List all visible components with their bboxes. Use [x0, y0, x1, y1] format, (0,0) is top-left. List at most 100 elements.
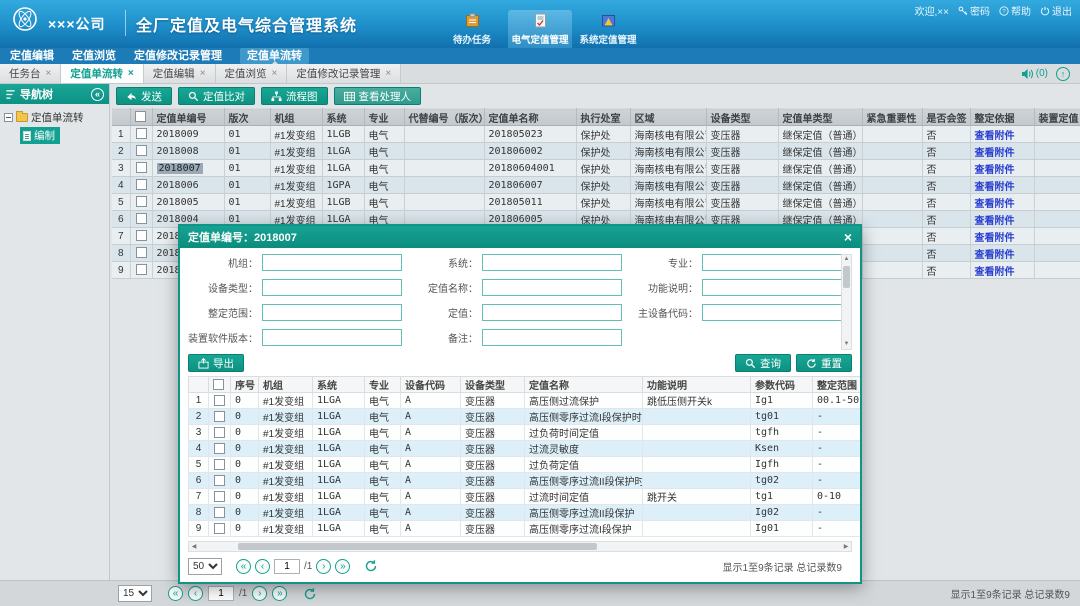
table-row[interactable]: 4201800601#1发变组1GPA电气201806007保护处海南核电有限公…	[112, 177, 1080, 194]
scrollbar-thumb[interactable]	[238, 543, 598, 550]
column-header[interactable]: 执行处室	[576, 109, 630, 126]
attachment-link[interactable]: 查看附件	[975, 199, 1015, 210]
dialog-horizontal-scrollbar[interactable]: ◀ ▶	[188, 541, 852, 552]
scroll-up-icon[interactable]: ▲	[844, 255, 850, 264]
row-checkbox[interactable]	[136, 128, 147, 139]
tab-close-icon[interactable]: ×	[128, 69, 134, 79]
column-header[interactable]: 专业	[365, 377, 401, 393]
scroll-down-icon[interactable]: ▼	[844, 340, 850, 349]
row-checkbox[interactable]	[214, 523, 225, 534]
row-checkbox[interactable]	[136, 162, 147, 173]
page-size-select[interactable]: 50	[188, 558, 222, 575]
password-link[interactable]: 密码	[958, 3, 990, 18]
column-header[interactable]: 功能说明	[643, 377, 751, 393]
column-header[interactable]: 系统	[322, 109, 364, 126]
sidebar-collapse-icon[interactable]: «	[91, 88, 104, 101]
table-row[interactable]: 40#1发变组1LGA电气A变压器过流灵敏度Ksen-	[189, 441, 861, 457]
export-button[interactable]: 导出	[188, 354, 244, 372]
tab-close-icon[interactable]: ×	[200, 69, 206, 79]
header-top-tab[interactable]: 系统定值管理	[576, 10, 640, 48]
scroll-right-icon[interactable]: ▶	[841, 543, 851, 550]
reset-button[interactable]: 重置	[796, 354, 852, 372]
field-input[interactable]	[482, 304, 622, 321]
query-button[interactable]: 查询	[735, 354, 791, 372]
table-row[interactable]: 50#1发变组1LGA电气A变压器过负荷定值Igfh-	[189, 457, 861, 473]
field-input[interactable]	[262, 304, 402, 321]
page-tab[interactable]: 定值编辑×	[144, 64, 216, 83]
attachment-link[interactable]: 查看附件	[975, 182, 1015, 193]
table-row[interactable]: 2201800801#1发变组1LGA电气201806002保护处海南核电有限公…	[112, 143, 1080, 160]
send-button[interactable]: 发送	[116, 87, 172, 105]
table-row[interactable]: 10#1发变组1LGA电气A变压器高压侧过流保护跳低压侧开关kIg100.1-5…	[189, 393, 861, 409]
compare-button[interactable]: 定值比对	[178, 87, 255, 105]
tree-node-root[interactable]: 定值单流转	[4, 109, 105, 125]
refresh-icon[interactable]	[364, 559, 378, 573]
table-row[interactable]: 90#1发变组1LGA电气A变压器高压侧零序过流I段保护Ig01-	[189, 521, 861, 537]
menu-item[interactable]: 定值单流转	[240, 48, 309, 64]
table-row[interactable]: 20#1发变组1LGA电气A变压器高压侧零序过流I段保护时间tg01-	[189, 409, 861, 425]
attachment-link[interactable]: 查看附件	[975, 233, 1015, 244]
row-checkbox[interactable]	[136, 264, 147, 275]
page-tab[interactable]: 定值单流转×	[61, 64, 143, 83]
tree-node-child[interactable]: 编制	[20, 127, 60, 144]
last-page-button[interactable]: »	[272, 586, 287, 601]
row-checkbox[interactable]	[214, 427, 225, 438]
column-header[interactable]: 序号	[231, 377, 259, 393]
prev-page-button[interactable]: ‹	[188, 586, 203, 601]
column-header[interactable]: 系统	[313, 377, 365, 393]
column-header[interactable]: 代替编号（版次）	[404, 109, 484, 126]
row-checkbox[interactable]	[214, 459, 225, 470]
table-row[interactable]: 1201800901#1发变组1LGB电气201805023保护处海南核电有限公…	[112, 126, 1080, 143]
menu-item[interactable]: 定值修改记录管理	[134, 48, 222, 64]
table-row[interactable]: 80#1发变组1LGA电气A变压器高压侧零序过流II段保护Ig02-	[189, 505, 861, 521]
column-header[interactable]: 专业	[364, 109, 404, 126]
select-all-checkbox[interactable]	[135, 111, 146, 122]
attachment-link[interactable]: 查看附件	[975, 165, 1015, 176]
attachment-link[interactable]: 查看附件	[975, 267, 1015, 278]
form-vertical-scrollbar[interactable]: ▲ ▼	[841, 254, 852, 350]
attachment-link[interactable]: 查看附件	[975, 250, 1015, 261]
row-checkbox[interactable]	[214, 491, 225, 502]
logout-link[interactable]: 退出	[1040, 3, 1072, 18]
last-page-button[interactable]: »	[335, 559, 350, 574]
row-checkbox[interactable]	[136, 179, 147, 190]
tab-close-icon[interactable]: ×	[272, 69, 278, 79]
scroll-left-icon[interactable]: ◀	[189, 543, 199, 550]
refresh-icon[interactable]	[303, 587, 317, 601]
column-header[interactable]: 设备代码	[401, 377, 461, 393]
column-header[interactable]: 整定范围	[813, 377, 861, 393]
scroll-top-icon[interactable]: ↑	[1056, 67, 1070, 81]
field-input[interactable]	[482, 254, 622, 271]
field-input[interactable]	[262, 279, 402, 296]
page-tab[interactable]: 定值修改记录管理×	[287, 64, 401, 83]
field-input[interactable]	[702, 279, 842, 296]
dialog-close-icon[interactable]: ×	[844, 230, 852, 244]
row-checkbox[interactable]	[136, 145, 147, 156]
page-tab[interactable]: 任务台×	[0, 64, 61, 83]
row-checkbox[interactable]	[214, 411, 225, 422]
header-top-tab[interactable]: 电气定值管理	[508, 10, 572, 48]
field-input[interactable]	[482, 279, 622, 296]
row-checkbox[interactable]	[136, 213, 147, 224]
field-input[interactable]	[702, 254, 842, 271]
table-row[interactable]: 30#1发变组1LGA电气A变压器过负荷时间定值tgfh-	[189, 425, 861, 441]
prev-page-button[interactable]: ‹	[255, 559, 270, 574]
table-row[interactable]: 60#1发变组1LGA电气A变压器高压侧零序过流II段保护时间tg02-	[189, 473, 861, 489]
column-header[interactable]: 区域	[630, 109, 706, 126]
page-tab[interactable]: 定值浏览×	[216, 64, 288, 83]
field-input[interactable]	[262, 254, 402, 271]
next-page-button[interactable]: ›	[252, 586, 267, 601]
row-checkbox[interactable]	[214, 443, 225, 454]
column-header[interactable]: 定值单类型	[778, 109, 862, 126]
row-checkbox[interactable]	[214, 507, 225, 518]
column-header[interactable]: 设备类型	[461, 377, 525, 393]
column-header[interactable]: 装置定值	[1034, 109, 1080, 126]
scrollbar-thumb[interactable]	[843, 266, 850, 288]
menu-item[interactable]: 定值编辑	[10, 48, 54, 64]
next-page-button[interactable]: ›	[316, 559, 331, 574]
field-input[interactable]	[702, 304, 842, 321]
table-row[interactable]: 70#1发变组1LGA电气A变压器过流时间定值跳开关tg10-10	[189, 489, 861, 505]
column-header[interactable]: 机组	[259, 377, 313, 393]
header-top-tab[interactable]: 待办任务	[440, 10, 504, 48]
column-header[interactable]: 参数代码	[751, 377, 813, 393]
